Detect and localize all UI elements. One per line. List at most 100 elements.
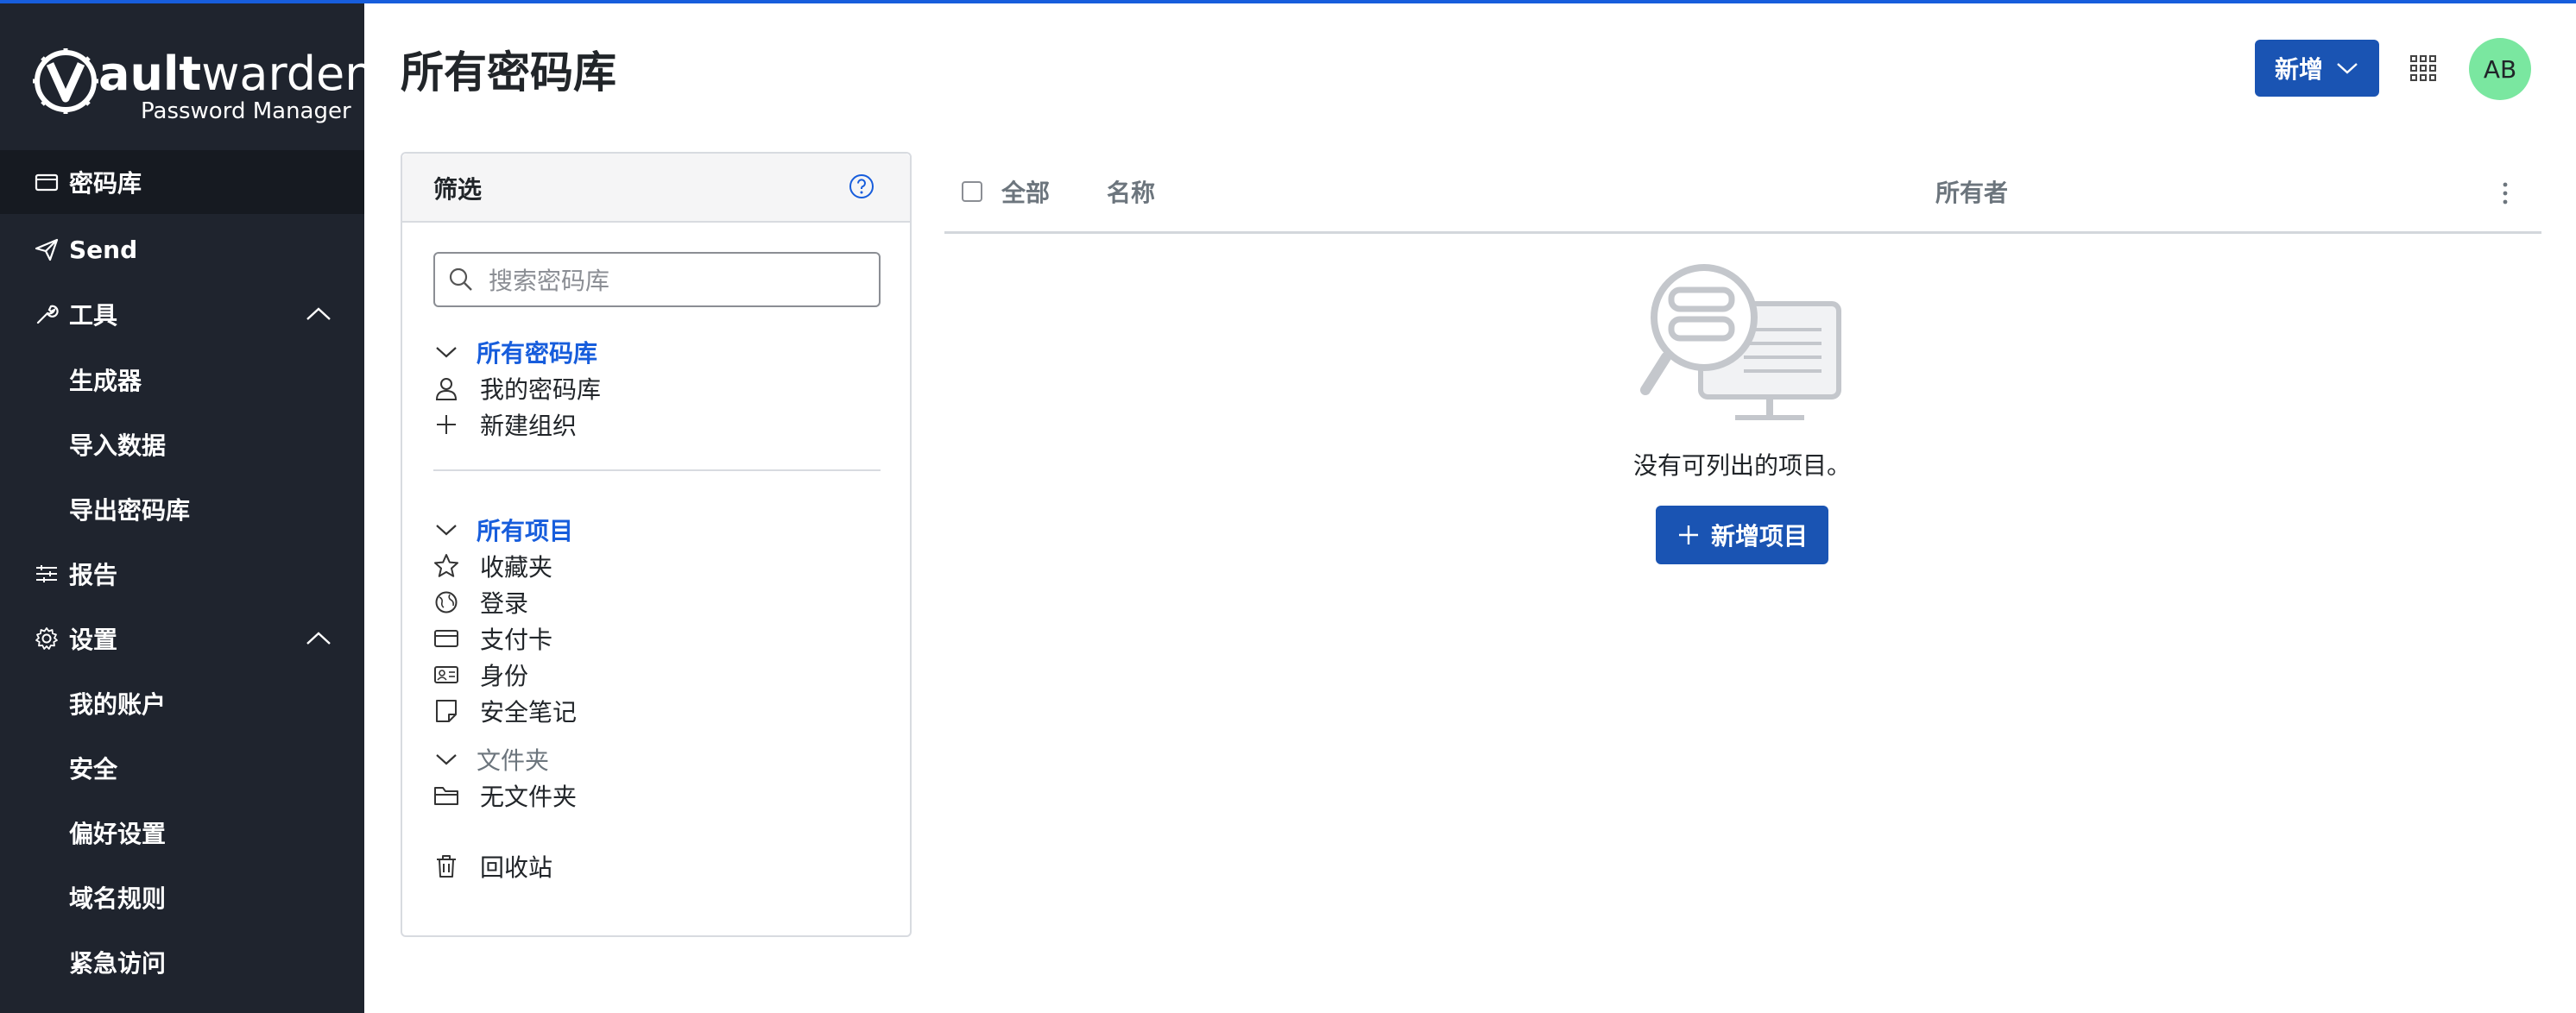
sidebar-item-reports[interactable]: 报告 [0, 542, 364, 606]
filter-item-label: 我的密码库 [480, 375, 602, 404]
vaultwarden-gear-icon [33, 48, 98, 114]
paper-plane-icon [33, 236, 60, 263]
filter-group-label: 文件夹 [477, 746, 550, 775]
filter-group-label: 所有项目 [477, 517, 574, 545]
filter-item-identity[interactable]: 身份 [433, 658, 528, 692]
sidebar-item-import[interactable]: 导入数据 [0, 412, 364, 476]
vault-search-input[interactable] [433, 252, 881, 307]
new-button-label: 新增 [2274, 55, 2323, 84]
filter-item-label: 收藏夹 [480, 553, 553, 582]
filter-item-label: 支付卡 [480, 626, 553, 654]
add-item-button-label: 新增项目 [1710, 522, 1808, 551]
filter-panel: 筛选 所有密码库 我的密码库 新建组织 所有项目 收藏夹 登录 支付卡 [401, 152, 912, 937]
product-switcher-grid-icon[interactable] [2409, 53, 2438, 83]
sidebar-item-generator[interactable]: 生成器 [0, 348, 364, 412]
empty-search-illustration [1640, 264, 1841, 420]
page-title: 所有密码库 [401, 47, 616, 98]
id-card-icon [433, 662, 459, 688]
filter-item-login[interactable]: 登录 [433, 585, 528, 620]
chevron-down-icon [2337, 63, 2358, 74]
avatar[interactable]: AB [2469, 38, 2531, 100]
sidebar-item-label: 报告 [69, 561, 118, 589]
search-field[interactable] [487, 261, 870, 300]
folder-icon [433, 783, 459, 809]
sidebar-item-label: 偏好设置 [69, 820, 167, 848]
filter-group-folders[interactable]: 文件夹 [433, 742, 549, 777]
plus-icon [1678, 525, 1698, 544]
brand-subtitle: Password Manager [141, 98, 351, 124]
more-options-icon[interactable] [2495, 176, 2516, 211]
sidebar-item-domain-rules[interactable]: 域名规则 [0, 865, 364, 929]
brand-name: aultwarden [98, 47, 375, 101]
filter-group-all-vaults[interactable]: 所有密码库 [433, 335, 597, 369]
gear-icon [33, 625, 60, 652]
chevron-down-icon [433, 339, 459, 365]
sticky-note-icon [433, 698, 459, 724]
chevron-up-icon [306, 632, 331, 645]
globe-icon [433, 589, 459, 615]
credit-card-icon [433, 626, 459, 651]
filter-item-label: 回收站 [480, 853, 553, 882]
sidebar-item-label: 导出密码库 [69, 496, 191, 525]
sidebar-item-send[interactable]: Send [0, 217, 364, 281]
sidebar-item-label: 导入数据 [69, 431, 167, 460]
sidebar-item-settings[interactable]: 设置 [0, 607, 364, 670]
column-header-name[interactable]: 名称 [1107, 174, 1155, 209]
sidebar-item-label: 设置 [69, 626, 118, 654]
sidebar-item-export[interactable]: 导出密码库 [0, 477, 364, 541]
sidebar-item-label: 密码库 [69, 169, 142, 198]
sidebar-item-vaults[interactable]: 密码库 [0, 150, 364, 214]
filter-title: 筛选 [433, 175, 483, 204]
filter-item-label: 新建组织 [480, 412, 578, 440]
sidebar-item-my-account[interactable]: 我的账户 [0, 671, 364, 735]
star-icon [433, 553, 459, 579]
filter-header: 筛选 [402, 154, 910, 223]
chevron-down-icon [433, 517, 459, 543]
sidebar-item-label: Send [69, 235, 138, 264]
user-icon [433, 375, 459, 401]
chevron-down-icon [433, 746, 459, 772]
wrench-icon [33, 300, 60, 328]
search-icon [449, 267, 472, 291]
sliders-icon [33, 560, 60, 588]
add-item-button[interactable]: 新增项目 [1656, 506, 1828, 564]
sidebar-item-label: 生成器 [69, 367, 142, 395]
sidebar-item-preferences[interactable]: 偏好设置 [0, 801, 364, 865]
select-all-label[interactable]: 全部 [1001, 174, 1050, 209]
filter-group-label: 所有密码库 [477, 339, 598, 368]
filter-group-all-items[interactable]: 所有项目 [433, 513, 573, 547]
filter-item-label: 安全笔记 [480, 698, 578, 727]
filter-item-label: 无文件夹 [480, 783, 578, 811]
vault-icon [33, 168, 60, 196]
filter-item-no-folder[interactable]: 无文件夹 [433, 778, 577, 813]
filter-item-new-organization[interactable]: 新建组织 [433, 407, 577, 442]
select-all-checkbox[interactable] [962, 181, 982, 202]
sidebar-item-label: 安全 [69, 755, 118, 783]
sidebar-item-label: 工具 [69, 301, 118, 330]
sidebar-item-emergency-access[interactable]: 紧急访问 [0, 930, 364, 994]
vaultwarden-logo[interactable]: aultwarden Password Manager [31, 43, 374, 126]
sidebar-item-security[interactable]: 安全 [0, 736, 364, 800]
filter-item-label: 身份 [480, 662, 529, 690]
empty-state-message: 没有可列出的项目。 [1632, 451, 1851, 480]
top-accent-line [0, 0, 2576, 3]
filter-item-card[interactable]: 支付卡 [433, 621, 552, 656]
filter-item-my-vault[interactable]: 我的密码库 [433, 371, 601, 406]
filter-item-label: 登录 [480, 589, 529, 618]
filter-item-secure-note[interactable]: 安全笔记 [433, 694, 577, 728]
filter-item-trash[interactable]: 回收站 [433, 849, 552, 884]
sidebar: aultwarden Password Manager 密码库 Send 工具 … [0, 3, 374, 1013]
filter-divider [433, 469, 881, 471]
chevron-up-icon [306, 307, 331, 320]
vault-table-header: 全部 名称 所有者 [944, 160, 2541, 234]
plus-icon [433, 412, 459, 437]
sidebar-item-label: 域名规则 [69, 884, 167, 913]
new-dropdown-button[interactable]: 新增 [2255, 40, 2379, 97]
sidebar-item-label: 紧急访问 [69, 949, 167, 978]
column-header-owner: 所有者 [1935, 179, 2009, 207]
sidebar-item-tools[interactable]: 工具 [0, 282, 364, 346]
filter-item-favorites[interactable]: 收藏夹 [433, 549, 552, 583]
trash-icon [433, 853, 459, 879]
help-question-icon[interactable] [848, 173, 875, 200]
sidebar-item-label: 我的账户 [69, 690, 167, 719]
